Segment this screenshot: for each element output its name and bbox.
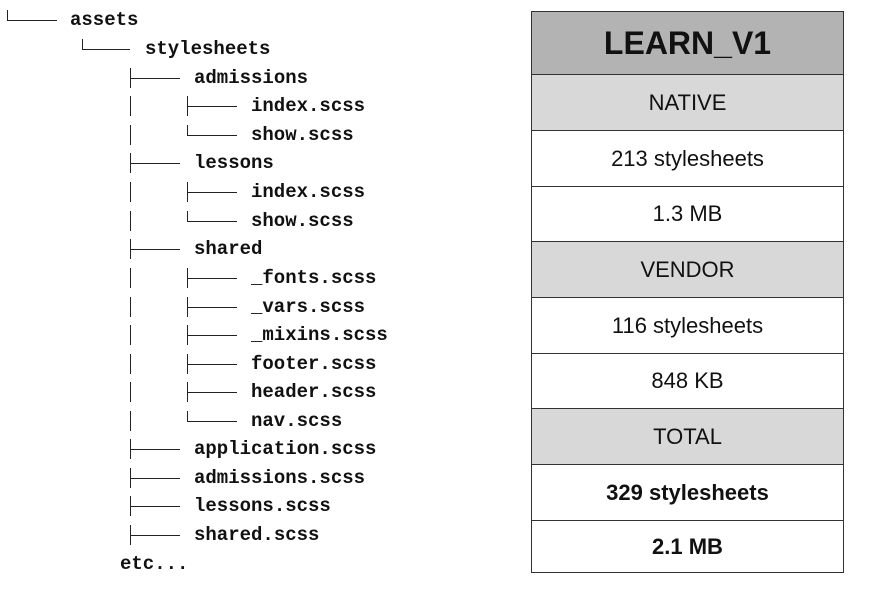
tree-folder-assets: assets (70, 9, 139, 31)
tree-file-shared-mixins: _mixins.scss (251, 324, 388, 346)
tree-folder-admissions: admissions (194, 67, 309, 89)
total-section-header: TOTAL (532, 409, 843, 465)
tree-file-application: application.scss (194, 438, 377, 460)
tree-etc-label: etc... (120, 553, 189, 575)
tree-guide-line (130, 380, 142, 404)
tree-guide-line (130, 295, 142, 319)
tree-file-admissions-index: index.scss (251, 95, 366, 117)
tree-file-shared-header: header.scss (251, 381, 377, 403)
total-size: 2.1 MB (652, 533, 723, 559)
tree-folder-stylesheets: stylesheets (145, 38, 271, 60)
tree-branch-connector (187, 209, 237, 233)
native-size: 1.3 MB (532, 187, 843, 242)
tree-file-shared-nav: nav.scss (251, 410, 343, 432)
tree-branch-connector (130, 466, 180, 490)
tree-branch-connector (187, 266, 237, 290)
tree-branch-connector (187, 323, 237, 347)
tree-branch-connector (187, 123, 237, 147)
tree-branch-connector (130, 66, 180, 90)
tree-branch-connector (187, 409, 237, 433)
tree-file-lessons: lessons.scss (194, 495, 331, 517)
tree-file-lessons-show: show.scss (251, 210, 354, 232)
tree-guide-line (130, 323, 142, 347)
tree-branch-connector (82, 37, 130, 61)
tree-guide-line (130, 266, 142, 290)
size-summary-table: LEARN_V1 NATIVE 213 stylesheets 1.3 MB V… (531, 11, 844, 573)
native-section-header: NATIVE (532, 75, 843, 131)
tree-branch-connector (187, 295, 237, 319)
tree-file-admissions: admissions.scss (194, 467, 366, 489)
tree-guide-line (130, 209, 142, 233)
tree-branch-connector (187, 352, 237, 376)
tree-branch-connector (187, 180, 237, 204)
tree-branch-connector (130, 523, 180, 547)
file-tree: assets stylesheets admissions index.scss… (0, 0, 510, 589)
tree-branch-connector (187, 94, 237, 118)
vendor-stylesheet-count: 116 stylesheets (532, 298, 843, 354)
vendor-size: 848 KB (532, 354, 843, 409)
tree-file-shared-fonts: _fonts.scss (251, 267, 377, 289)
native-stylesheet-count: 213 stylesheets (532, 131, 843, 187)
tree-guide-line (130, 94, 142, 118)
total-stylesheet-count: 329 stylesheets (532, 465, 843, 521)
tree-guide-line (130, 180, 142, 204)
tree-branch-connector (7, 8, 57, 32)
tree-branch-connector (130, 237, 180, 261)
tree-guide-line (130, 123, 142, 147)
tree-file-shared-vars: _vars.scss (251, 296, 366, 318)
tree-file-shared-footer: footer.scss (251, 353, 377, 375)
tree-branch-connector (187, 380, 237, 404)
tree-guide-line (130, 352, 142, 376)
tree-file-shared: shared.scss (194, 524, 320, 546)
tree-guide-line (130, 409, 142, 433)
table-title: LEARN_V1 (532, 12, 843, 75)
tree-branch-connector (130, 437, 180, 461)
tree-folder-lessons: lessons (194, 152, 274, 174)
tree-branch-connector (130, 151, 180, 175)
tree-branch-connector (130, 494, 180, 518)
vendor-section-header: VENDOR (532, 242, 843, 298)
tree-file-lessons-index: index.scss (251, 181, 366, 203)
tree-folder-shared: shared (194, 238, 263, 260)
tree-file-admissions-show: show.scss (251, 124, 354, 146)
